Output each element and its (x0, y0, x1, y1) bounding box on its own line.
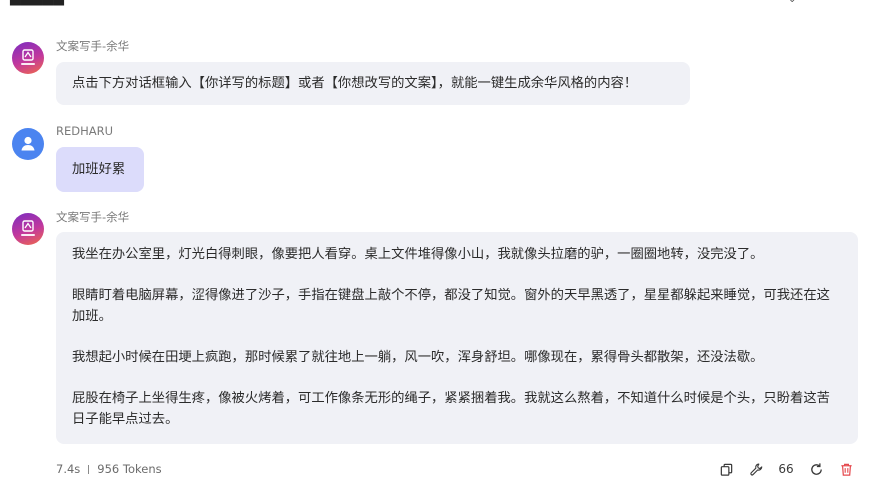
message-paragraph: 加班好累 (72, 162, 126, 177)
writer-bot-avatar[interactable] (12, 213, 44, 245)
regenerate-icon[interactable] (808, 460, 824, 478)
message-paragraph: 眼睛盯着电脑屏幕，涩得像进了沙子，手指在键盘上敲个不停，都没了知觉。窗外的天早黑… (72, 288, 830, 324)
writer-bot-avatar[interactable] (12, 42, 44, 74)
sender-name: REDHARU (56, 124, 114, 138)
stats-divider (88, 464, 90, 474)
response-stats: 7.4s 956 Tokens (56, 462, 162, 476)
chevron-down-icon: ⌄ (788, 0, 796, 5)
previous-header-fragment: ▆▆▆▆▆ ⌄ (0, 0, 878, 8)
token-count: 956 Tokens (97, 462, 162, 476)
user-avatar[interactable] (12, 128, 44, 160)
quote-icon[interactable]: 66 (778, 460, 794, 478)
bot-logo-icon (21, 220, 35, 236)
bot-logo-icon (21, 49, 35, 65)
wrench-icon[interactable] (748, 460, 764, 478)
message-paragraph: 屁股在椅子上坐得生疼，像被火烤着，可工作像条无形的绳子，紧紧捆着我。我就这么熬着… (72, 391, 830, 427)
message-paragraph: 我坐在办公室里，灯光白得刺眼，像要把人看穿。桌上文件堆得像小山，我就像头拉磨的驴… (72, 247, 764, 262)
sender-name: 文案写手-余华 (56, 210, 130, 224)
delete-icon[interactable] (838, 460, 854, 478)
cropped-title: ▆▆▆▆▆ (10, 0, 64, 6)
message-bubble: 我坐在办公室里，灯光白得刺眼，像要把人看穿。桌上文件堆得像小山，我就像头拉磨的驴… (56, 232, 858, 444)
copy-icon[interactable] (718, 460, 734, 478)
message-paragraph: 我想起小时候在田埂上疯跑，那时候累了就往地上一躺，风一吹，浑身舒坦。哪像现在，累… (72, 350, 764, 365)
message-actions: 66 (718, 460, 854, 478)
message-bubble: 点击下方对话框输入【你详写的标题】或者【你想改写的文案】，就能一键生成余华风格的… (56, 62, 690, 105)
message-paragraph: 点击下方对话框输入【你详写的标题】或者【你想改写的文案】，就能一键生成余华风格的… (72, 76, 638, 91)
response-duration: 7.4s (56, 462, 81, 476)
sender-name: 文案写手-余华 (56, 39, 130, 53)
person-icon (21, 136, 35, 151)
message-bubble: 加班好累 (56, 147, 144, 192)
